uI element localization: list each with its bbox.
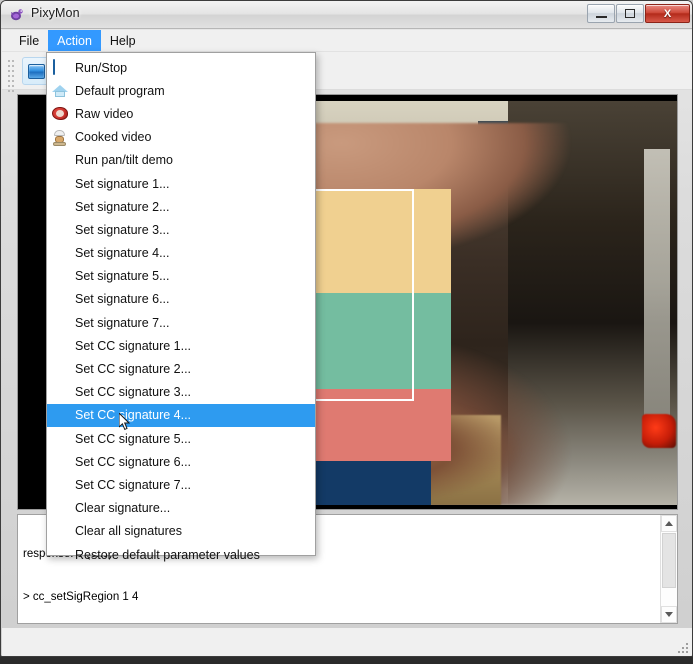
- menu-item-label: Set signature 4...: [75, 246, 170, 260]
- menu-item-label: Set signature 7...: [75, 316, 170, 330]
- menu-item-run-pan-tilt-demo[interactable]: Run pan/tilt demo: [47, 149, 315, 172]
- menu-item-label: Set CC signature 2...: [75, 362, 191, 376]
- menu-item-label: Set signature 3...: [75, 223, 170, 237]
- menu-item-label: Set signature 5...: [75, 269, 170, 283]
- menu-item-set-cc-signature-1[interactable]: Set CC signature 1...: [47, 334, 315, 357]
- chevron-up-icon: [665, 521, 673, 526]
- menu-item-set-cc-signature-3[interactable]: Set CC signature 3...: [47, 381, 315, 404]
- status-area: [2, 628, 693, 657]
- pixy-bug-icon: [9, 7, 25, 23]
- menu-item-set-cc-signature-5[interactable]: Set CC signature 5...: [47, 427, 315, 450]
- menu-item-set-cc-signature-6[interactable]: Set CC signature 6...: [47, 450, 315, 473]
- menu-item-label: Set signature 2...: [75, 200, 170, 214]
- menu-item-label: Default program: [75, 84, 165, 98]
- menu-help[interactable]: Help: [101, 30, 145, 51]
- menu-item-set-cc-signature-2[interactable]: Set CC signature 2...: [47, 357, 315, 380]
- scroll-up-button[interactable]: [661, 515, 677, 532]
- minimize-icon: [596, 16, 607, 18]
- raw-meat-icon: [52, 106, 68, 122]
- minimize-button[interactable]: [587, 4, 615, 23]
- console-scrollbar[interactable]: [660, 515, 677, 623]
- menu-item-set-signature-2[interactable]: Set signature 2...: [47, 195, 315, 218]
- menu-item-clear-signature[interactable]: Clear signature...: [47, 497, 315, 520]
- run-stop-icon: [28, 64, 45, 79]
- menu-item-label: Set CC signature 3...: [75, 385, 191, 399]
- desktop-background: PixyMon X File Action Help: [0, 0, 693, 664]
- menu-item-label: Set CC signature 7...: [75, 478, 191, 492]
- maximize-icon: [625, 9, 635, 18]
- house-icon: [52, 83, 68, 99]
- scroll-down-button[interactable]: [661, 606, 677, 623]
- menu-item-label: Raw video: [75, 107, 133, 121]
- toolbar-grip[interactable]: [8, 58, 16, 84]
- menu-item-label: Cooked video: [75, 130, 151, 144]
- menu-item-set-signature-1[interactable]: Set signature 1...: [47, 172, 315, 195]
- menu-item-set-signature-4[interactable]: Set signature 4...: [47, 242, 315, 265]
- chevron-down-icon: [665, 612, 673, 617]
- menu-item-label: Run/Stop: [75, 61, 127, 75]
- menu-item-run-stop[interactable]: Run/Stop: [47, 56, 315, 79]
- menu-item-set-signature-3[interactable]: Set signature 3...: [47, 218, 315, 241]
- menu-item-label: Set signature 1...: [75, 177, 170, 191]
- menu-item-restore-default-parameter-values[interactable]: Restore default parameter values: [47, 543, 315, 566]
- menu-item-set-signature-6[interactable]: Set signature 6...: [47, 288, 315, 311]
- menu-item-label: Set CC signature 1...: [75, 339, 191, 353]
- menu-item-cooked-video[interactable]: Cooked video: [47, 126, 315, 149]
- window-controls: X: [587, 4, 690, 23]
- menu-item-label: Clear all signatures: [75, 524, 182, 538]
- menu-item-label: Restore default parameter values: [75, 548, 260, 562]
- menu-item-set-signature-7[interactable]: Set signature 7...: [47, 311, 315, 334]
- menu-item-label: Set signature 6...: [75, 292, 170, 306]
- menu-item-clear-all-signatures[interactable]: Clear all signatures: [47, 520, 315, 543]
- action-dropdown-menu[interactable]: Run/Stop Default program Raw video Cooke…: [46, 52, 316, 556]
- menu-item-set-cc-signature-7[interactable]: Set CC signature 7...: [47, 473, 315, 496]
- close-button[interactable]: X: [645, 4, 690, 23]
- pixymon-window: PixyMon X File Action Help: [0, 0, 693, 657]
- maximize-button[interactable]: [616, 4, 644, 23]
- window-title: PixyMon: [31, 6, 80, 20]
- menu-action[interactable]: Action: [48, 30, 101, 51]
- menu-item-label: Set CC signature 6...: [75, 455, 191, 469]
- menu-item-set-signature-5[interactable]: Set signature 5...: [47, 265, 315, 288]
- scrollbar-thumb[interactable]: [662, 533, 676, 588]
- menu-item-default-program[interactable]: Default program: [47, 79, 315, 102]
- menu-item-raw-video[interactable]: Raw video: [47, 102, 315, 125]
- menu-item-label: Run pan/tilt demo: [75, 153, 173, 167]
- blue-square-icon: [52, 60, 68, 76]
- resize-grip[interactable]: [677, 642, 688, 653]
- menu-item-label: Set CC signature 4...: [75, 408, 191, 422]
- menu-item-set-cc-signature-4[interactable]: Set CC signature 4...: [47, 404, 315, 427]
- menu-item-label: Set CC signature 5...: [75, 432, 191, 446]
- chef-icon: [52, 130, 68, 146]
- menu-item-label: Clear signature...: [75, 501, 170, 515]
- menu-bar: File Action Help: [2, 30, 693, 52]
- title-bar: PixyMon X: [1, 1, 693, 29]
- menu-file[interactable]: File: [10, 30, 48, 51]
- console-line: > cc_setSigRegion 1 4: [23, 590, 394, 604]
